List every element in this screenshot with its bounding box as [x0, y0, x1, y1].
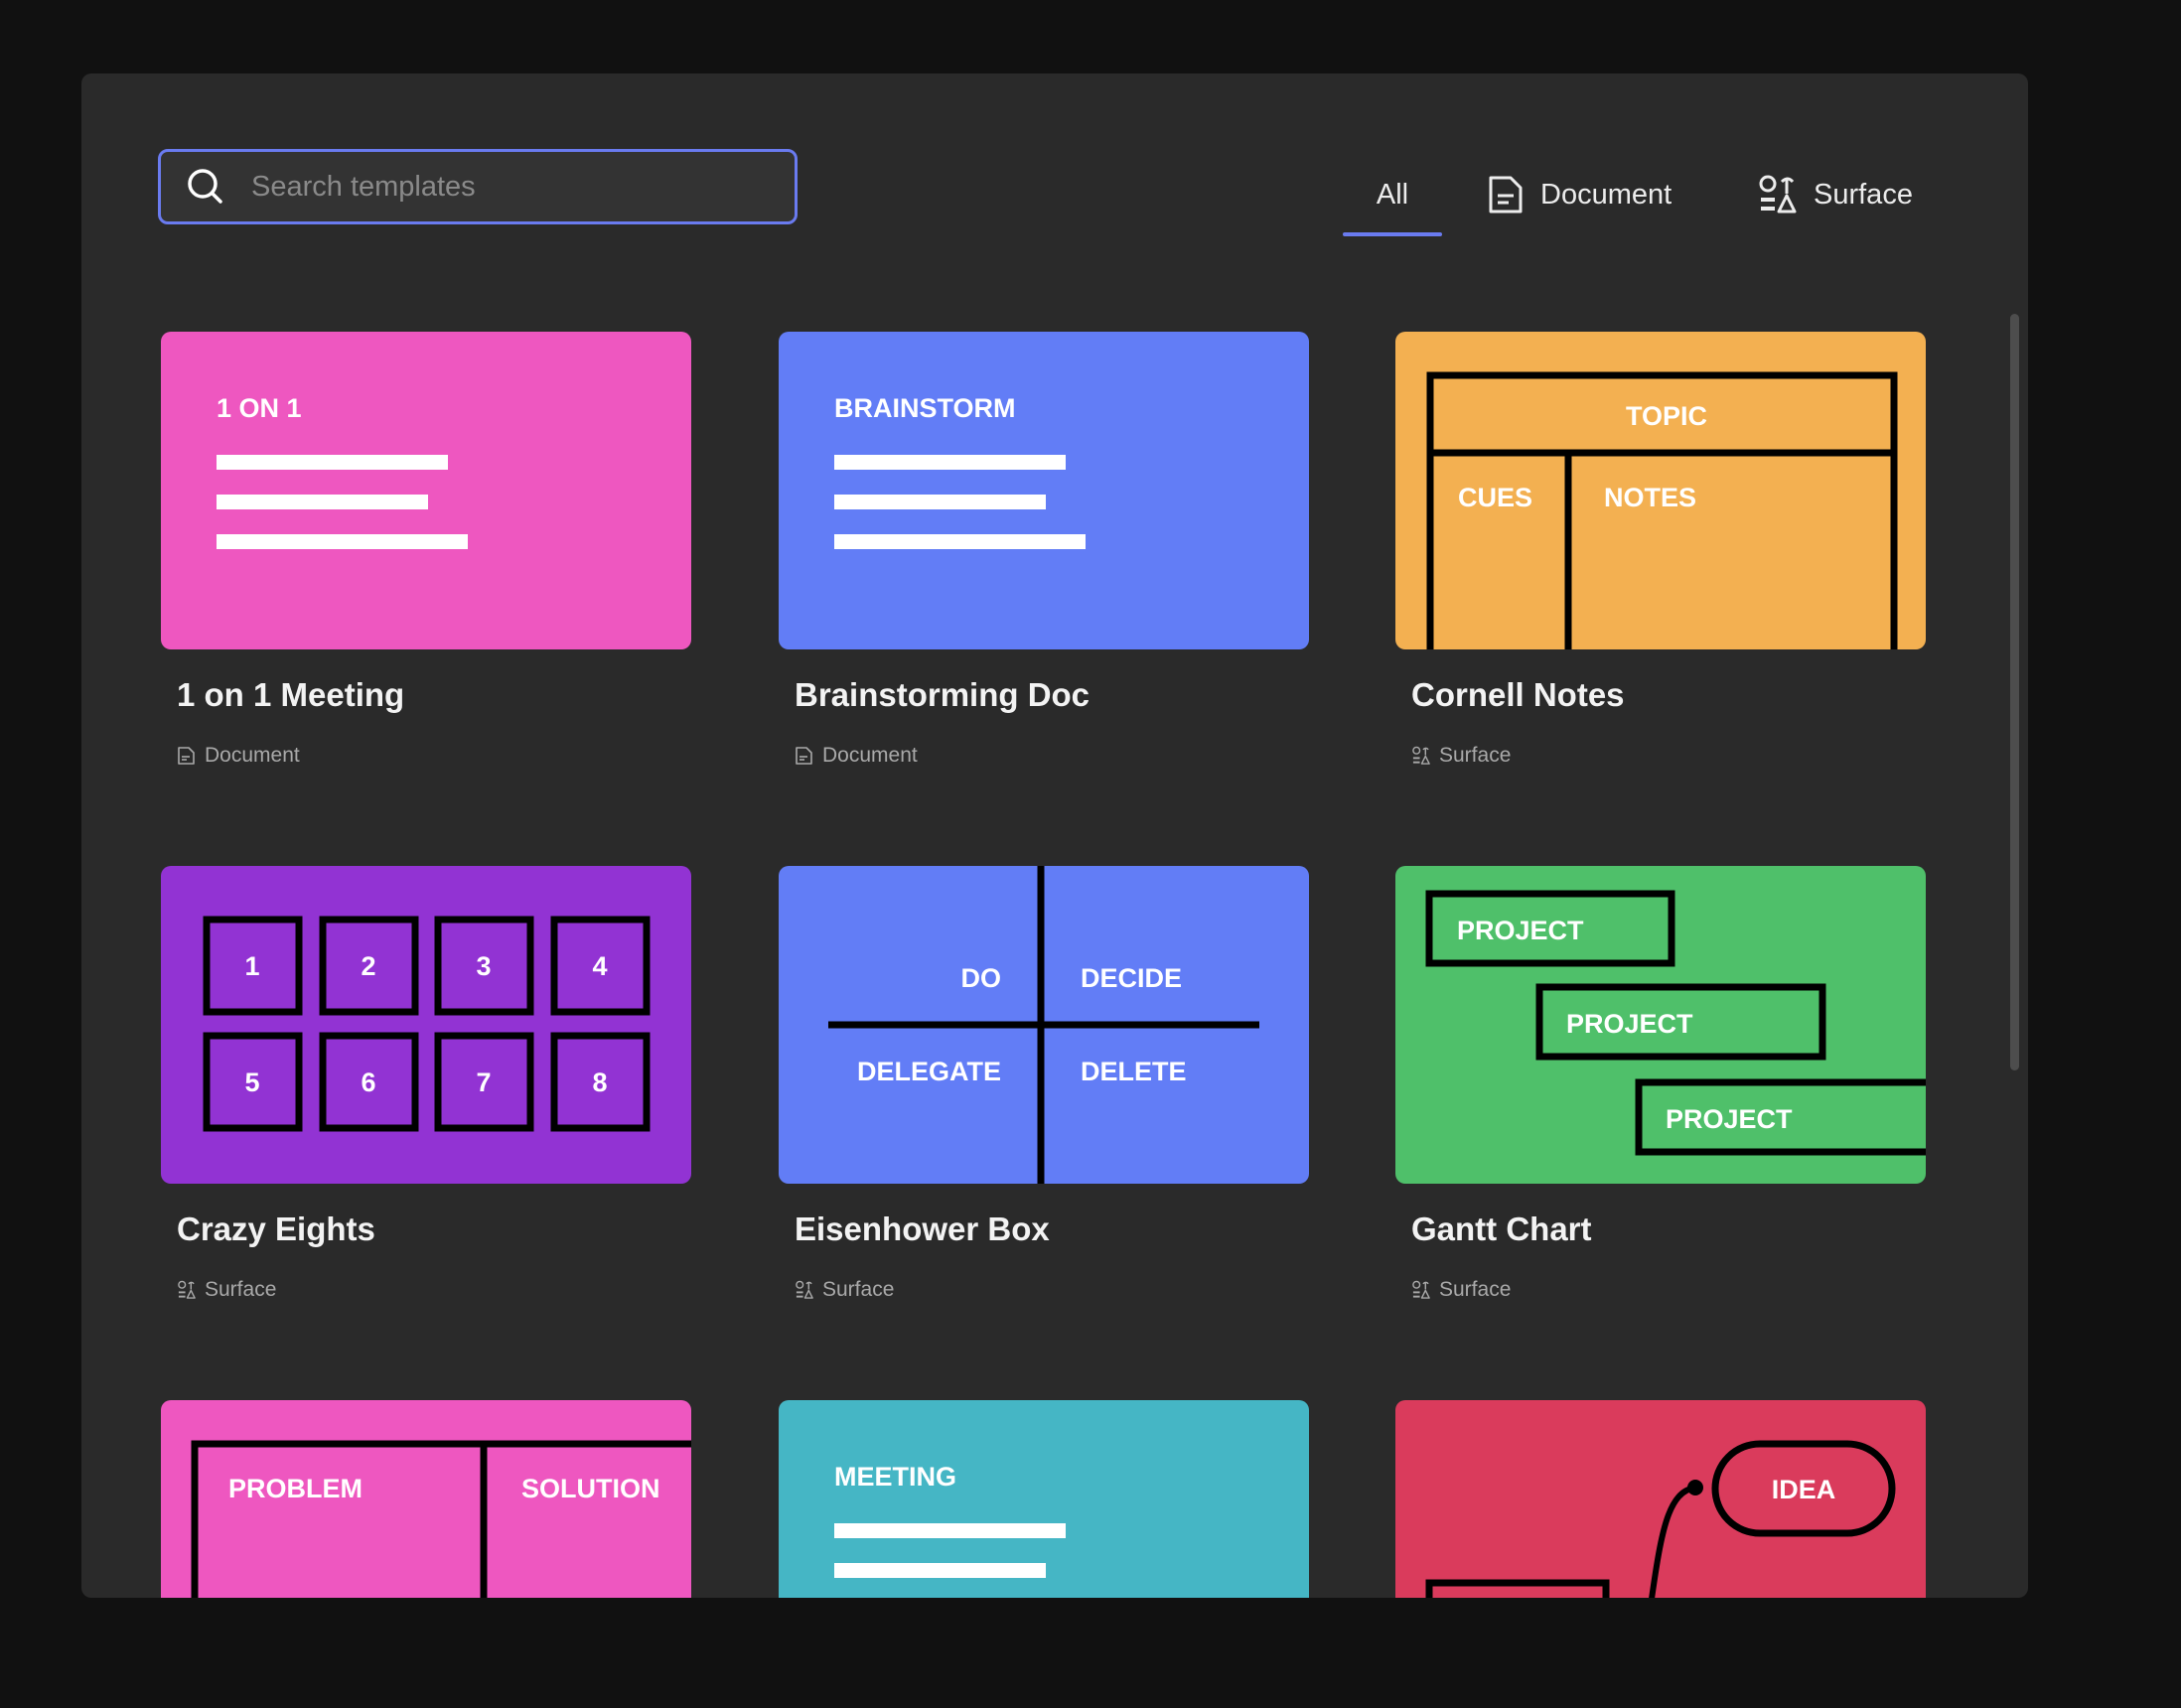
card-type-label: Surface	[1439, 1278, 1512, 1301]
surface-icon	[178, 1280, 196, 1299]
card-type-label: Document	[822, 744, 918, 767]
filter-tabs: All Document Surface	[81, 155, 2028, 236]
tab-document[interactable]: Document	[1487, 155, 1672, 234]
surface-icon	[1759, 175, 1797, 214]
template-card-cornell-notes[interactable]: TOPIC CUES NOTES Cornell Notes Surface	[1395, 332, 1926, 767]
thumb-background	[161, 866, 691, 1184]
tab-all-label: All	[1376, 178, 1409, 211]
template-picker-panel: All Document Surface	[81, 73, 2028, 1598]
thumb-number: 7	[476, 1068, 491, 1097]
thumb-heading: BRAINSTORM	[834, 393, 1016, 423]
thumb-background	[161, 332, 691, 649]
card-type: Surface	[177, 1278, 276, 1302]
thumb-project: PROJECT	[1666, 1104, 1793, 1134]
template-thumbnail: IDEA	[1395, 1400, 1926, 1598]
thumb-number: 1	[244, 951, 259, 981]
thumb-idea: IDEA	[1772, 1475, 1836, 1504]
thumb-number: 3	[476, 951, 491, 981]
template-thumbnail: PROJECT PROJECT PROJECT	[1395, 866, 1926, 1184]
card-title: Crazy Eights	[177, 1210, 375, 1247]
template-card-problem-solution[interactable]: PROBLEM SOLUTION	[161, 1400, 691, 1598]
thumb-notes: NOTES	[1604, 483, 1696, 512]
surface-icon	[1412, 746, 1430, 765]
template-thumbnail: 1 ON 1	[161, 332, 691, 649]
template-thumbnail: DO DECIDE DELEGATE DELETE	[779, 866, 1309, 1184]
document-icon	[1489, 176, 1523, 214]
document-icon	[796, 747, 812, 765]
thumb-number: 4	[592, 951, 607, 981]
template-card-crazy-eights[interactable]: 1 2 3 4 5 6 7 8 Crazy Eights Surface	[161, 866, 691, 1301]
template-card-eisenhower-box[interactable]: DO DECIDE DELEGATE DELETE Eisenhower Box…	[779, 866, 1309, 1301]
document-icon	[178, 747, 195, 765]
card-title: Brainstorming Doc	[795, 676, 1090, 713]
thumb-line	[834, 455, 1066, 470]
tab-all[interactable]: All	[1343, 155, 1442, 236]
surface-icon	[796, 1280, 813, 1299]
tab-surface[interactable]: Surface	[1758, 155, 1913, 234]
card-type: Document	[795, 744, 918, 768]
card-title: Eisenhower Box	[795, 1210, 1050, 1247]
surface-icon	[1412, 1280, 1430, 1299]
thumb-line	[834, 1563, 1046, 1578]
thumb-heading: 1 ON 1	[217, 393, 302, 423]
thumb-line	[834, 495, 1046, 509]
thumb-number: 2	[361, 951, 375, 981]
template-thumbnail: TOPIC CUES NOTES	[1395, 332, 1926, 649]
card-type-label: Surface	[205, 1278, 277, 1301]
template-card-meeting[interactable]: MEETING	[779, 1400, 1309, 1598]
thumb-cues: CUES	[1458, 483, 1532, 512]
thumb-line	[217, 534, 468, 549]
thumb-solution: SOLUTION	[521, 1474, 660, 1503]
template-card-gantt-chart[interactable]: PROJECT PROJECT PROJECT Gantt Chart Surf…	[1395, 866, 1926, 1301]
thumb-project: PROJECT	[1457, 916, 1584, 945]
card-type-label: Document	[205, 744, 300, 767]
thumb-problem: PROBLEM	[228, 1474, 363, 1503]
thumb-connector-dot	[1687, 1480, 1703, 1495]
template-thumbnail: PROBLEM SOLUTION	[161, 1400, 691, 1598]
thumb-number: 6	[361, 1068, 375, 1097]
template-thumbnail: BRAINSTORM	[779, 332, 1309, 649]
card-type: Surface	[1411, 1278, 1511, 1302]
scrollbar-thumb[interactable]	[2010, 314, 2019, 1070]
thumb-do: DO	[961, 963, 1002, 993]
template-thumbnail: MEETING	[779, 1400, 1309, 1598]
thumb-delegate: DELEGATE	[857, 1057, 1001, 1086]
card-type: Surface	[795, 1278, 894, 1302]
card-title: Gantt Chart	[1411, 1210, 1592, 1247]
card-title: Cornell Notes	[1411, 676, 1625, 713]
card-type-label: Surface	[1439, 744, 1512, 767]
card-type: Document	[177, 744, 300, 768]
thumb-heading: MEETING	[834, 1462, 956, 1492]
template-card-brainstorming-doc[interactable]: BRAINSTORM Brainstorming Doc Document	[779, 332, 1309, 767]
card-title: 1 on 1 Meeting	[177, 676, 405, 713]
thumb-number: 8	[592, 1068, 607, 1097]
active-tab-indicator	[1343, 232, 1442, 236]
thumb-line	[834, 534, 1086, 549]
card-type-label: Surface	[822, 1278, 895, 1301]
tab-surface-label: Surface	[1814, 178, 1913, 211]
template-thumbnail: 1 2 3 4 5 6 7 8	[161, 866, 691, 1184]
tab-document-label: Document	[1540, 178, 1672, 211]
thumb-background	[1395, 1400, 1926, 1598]
thumb-line	[217, 495, 428, 509]
template-card-1-on-1-meeting[interactable]: 1 ON 1 1 on 1 Meeting Document	[161, 332, 691, 767]
thumb-project: PROJECT	[1566, 1009, 1693, 1039]
thumb-decide: DECIDE	[1081, 963, 1182, 993]
thumb-line	[834, 1523, 1066, 1538]
thumb-number: 5	[244, 1068, 259, 1097]
thumb-background	[779, 332, 1309, 649]
thumb-line	[217, 455, 448, 470]
thumb-topic: TOPIC	[1626, 401, 1707, 431]
thumb-delete: DELETE	[1081, 1057, 1187, 1086]
card-type: Surface	[1411, 744, 1511, 768]
template-card-idea[interactable]: IDEA	[1395, 1400, 1926, 1598]
